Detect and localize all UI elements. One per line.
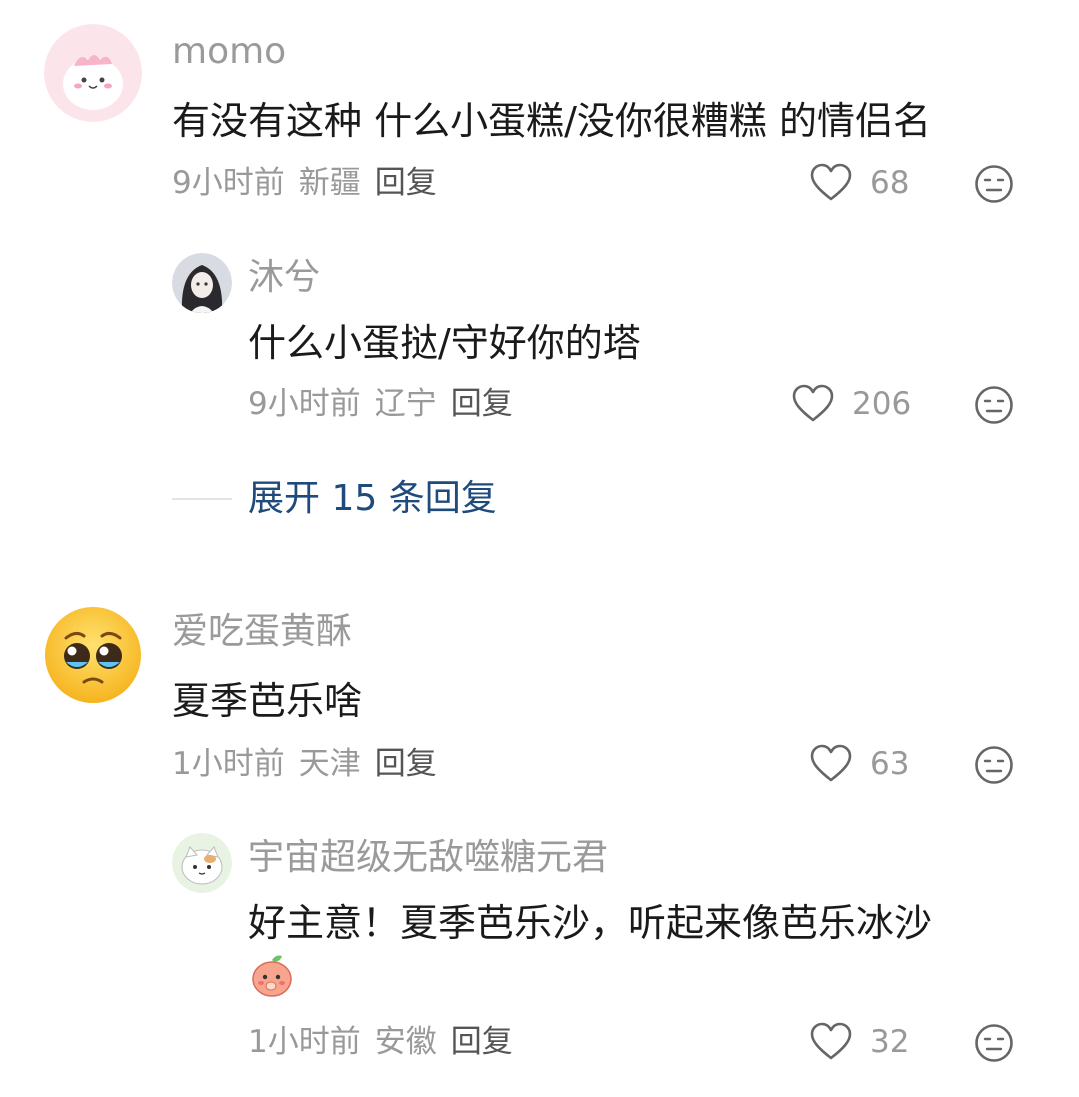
like-button[interactable]: 68: [810, 163, 909, 203]
like-button[interactable]: 206: [792, 384, 911, 424]
comment-location: 天津: [298, 746, 361, 782]
comment-location: 安徽: [374, 1024, 437, 1060]
like-button[interactable]: 63: [810, 744, 909, 784]
expand-replies-button[interactable]: 展开 15 条回复: [172, 477, 497, 521]
avatar[interactable]: [172, 833, 232, 893]
commenter-name[interactable]: 宇宙超级无敌噬糖元君: [248, 836, 608, 880]
comment-time: 1小时前: [172, 746, 285, 782]
expand-replies-label: 展开 15 条回复: [248, 478, 497, 519]
comment-meta: 9小时前 新疆 回复: [172, 163, 451, 203]
comment-text: 好主意！夏季芭乐沙，听起来像芭乐冰沙: [248, 901, 933, 945]
commenter-name[interactable]: 爱吃蛋黄酥: [172, 610, 352, 654]
peach-sticker-icon: [252, 955, 292, 997]
like-count: 63: [870, 746, 910, 782]
avatar[interactable]: [44, 24, 142, 122]
comment-time: 9小时前: [248, 386, 361, 422]
avatar[interactable]: [172, 253, 232, 313]
dislike-face-icon[interactable]: [974, 164, 1014, 204]
like-button[interactable]: 32: [810, 1022, 909, 1062]
comment-list: momo 有没有这种 什么小蛋糕/没你很糟糕 的情侣名 9小时前 新疆 回复 68 …: [0, 0, 1079, 1097]
comment-meta: 1小时前 天津 回复: [172, 744, 451, 784]
comment-text: 夏季芭乐啥: [172, 679, 363, 723]
comment-location: 新疆: [298, 165, 361, 201]
heart-icon: [810, 744, 852, 782]
dislike-face-icon[interactable]: [974, 385, 1014, 425]
dislike-face-icon[interactable]: [974, 745, 1014, 785]
like-count: 32: [870, 1024, 910, 1060]
reply-button[interactable]: 回复: [451, 1024, 513, 1060]
comment-meta: 9小时前 辽宁 回复: [248, 384, 527, 424]
comment-text: 什么小蛋挞/守好你的塔: [248, 321, 641, 365]
comment-meta: 1小时前 安徽 回复: [248, 1022, 527, 1062]
pleading-face-emoji-avatar-icon: [45, 607, 141, 703]
comment-text: 有没有这种 什么小蛋糕/没你很糟糕 的情侣名: [172, 99, 931, 143]
commenter-name[interactable]: momo: [172, 30, 286, 74]
commenter-name[interactable]: 沐兮: [248, 256, 320, 300]
heart-icon: [792, 384, 834, 422]
anime-girl-avatar-icon: [172, 253, 232, 313]
like-count: 206: [852, 386, 912, 422]
heart-icon: [810, 1022, 852, 1060]
divider: [172, 498, 232, 500]
pink-blob-avatar-icon: [44, 24, 142, 122]
reply-button[interactable]: 回复: [375, 746, 437, 782]
reply-button[interactable]: 回复: [451, 386, 513, 422]
reply-button[interactable]: 回复: [375, 165, 437, 201]
comment-time: 1小时前: [248, 1024, 361, 1060]
comment-time: 9小时前: [172, 165, 285, 201]
cat-avatar-icon: [172, 833, 232, 893]
comment-location: 辽宁: [374, 386, 437, 422]
like-count: 68: [870, 165, 910, 201]
heart-icon: [810, 163, 852, 201]
dislike-face-icon[interactable]: [974, 1023, 1014, 1063]
avatar[interactable]: [44, 606, 142, 704]
